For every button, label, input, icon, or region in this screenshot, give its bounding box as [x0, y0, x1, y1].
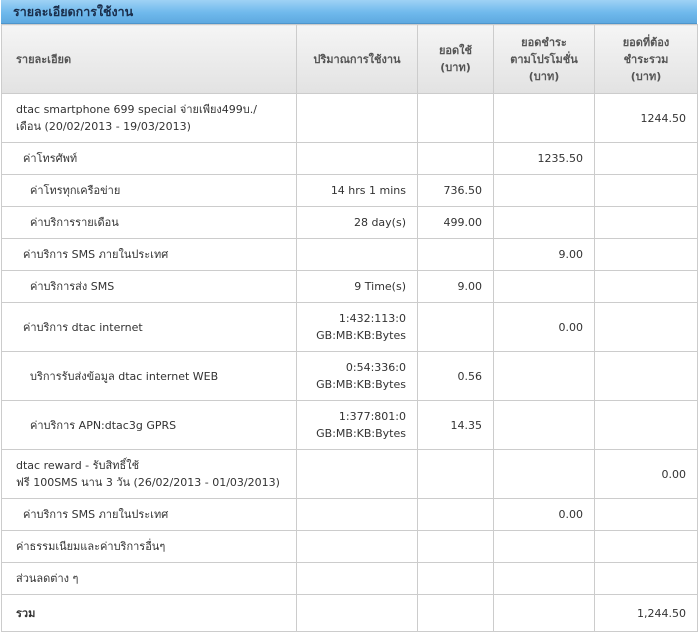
row-total: 1244.50 [594, 93, 698, 143]
row-usage [296, 142, 418, 175]
row-usage: 1:377:801:0 GB:MB:KB:Bytes [296, 400, 418, 450]
row-total [594, 270, 698, 303]
row-usage: 14 hrs 1 mins [296, 174, 418, 207]
row-promo [493, 594, 595, 632]
row-detail: ค่าบริการรายเดือน [1, 206, 297, 239]
row-usage [296, 562, 418, 595]
row-usage [296, 449, 418, 499]
row-detail: ค่าธรรมเนียมและค่าบริการอื่นๆ [1, 530, 297, 563]
row-promo [493, 400, 595, 450]
row-amount [417, 498, 494, 531]
row-usage [296, 93, 418, 143]
row-usage [296, 238, 418, 271]
row-total [594, 498, 698, 531]
table-row: ค่าบริการ SMS ภายในประเทศ 9.00 [1, 238, 698, 271]
row-usage [296, 530, 418, 563]
col-detail-header: รายละเอียด [1, 24, 297, 94]
row-amount: 0.56 [417, 351, 494, 401]
row-promo [493, 270, 595, 303]
row-amount [417, 238, 494, 271]
row-usage [296, 498, 418, 531]
row-total [594, 302, 698, 352]
row-total [594, 351, 698, 401]
row-total: 0.00 [594, 449, 698, 499]
total-row: รวม 1,244.50 [1, 594, 698, 632]
row-detail: ค่าบริการ SMS ภายในประเทศ [1, 498, 297, 531]
row-promo: 9.00 [493, 238, 595, 271]
row-promo [493, 449, 595, 499]
row-promo: 0.00 [493, 302, 595, 352]
row-amount: 499.00 [417, 206, 494, 239]
header-row: รายละเอียด ปริมาณการใช้งาน ยอดใช้ (บาท) ย… [1, 24, 698, 94]
row-usage: 0:54:336:0 GB:MB:KB:Bytes [296, 351, 418, 401]
row-amount [417, 562, 494, 595]
row-promo [493, 530, 595, 563]
row-total [594, 562, 698, 595]
row-usage: 28 day(s) [296, 206, 418, 239]
row-total [594, 174, 698, 207]
col-promo-header: ยอดชำระ ตามโปรโมชั่น (บาท) [493, 24, 595, 94]
row-detail: ค่าโทรศัพท์ [1, 142, 297, 175]
row-detail: ค่าบริการ dtac internet [1, 302, 297, 352]
row-total [594, 400, 698, 450]
grand-total-value: 1,244.50 [594, 594, 698, 632]
row-promo: 0.00 [493, 498, 595, 531]
row-detail: ค่าบริการ SMS ภายในประเทศ [1, 238, 297, 271]
row-promo: 1235.50 [493, 142, 595, 175]
row-total [594, 206, 698, 239]
row-amount [417, 302, 494, 352]
usage-details-panel: รายละเอียดการใช้งาน รายละเอียด ปริมาณการ… [1, 0, 698, 632]
col-total-header: ยอดที่ต้อง ชำระรวม (บาท) [594, 24, 698, 94]
table-row: ค่าธรรมเนียมและค่าบริการอื่นๆ [1, 530, 698, 563]
row-amount [417, 93, 494, 143]
row-detail: ค่าบริการส่ง SMS [1, 270, 297, 303]
row-usage: 1:432:113:0 GB:MB:KB:Bytes [296, 302, 418, 352]
panel-title: รายละเอียดการใช้งาน [1, 0, 697, 24]
table-row: dtac smartphone 699 special จ่ายเพียง499… [1, 93, 698, 143]
table-row: บริการรับส่งข้อมูล dtac internet WEB 0:5… [1, 351, 698, 401]
row-amount [417, 594, 494, 632]
row-usage: 9 Time(s) [296, 270, 418, 303]
row-amount: 14.35 [417, 400, 494, 450]
col-usage-header: ปริมาณการใช้งาน [296, 24, 418, 94]
row-promo [493, 174, 595, 207]
row-detail: ค่าบริการ APN:dtac3g GPRS [1, 400, 297, 450]
table-row: ค่าบริการ SMS ภายในประเทศ 0.00 [1, 498, 698, 531]
row-amount: 736.50 [417, 174, 494, 207]
table-row: ค่าบริการ APN:dtac3g GPRS 1:377:801:0 GB:… [1, 400, 698, 450]
usage-table: รายละเอียด ปริมาณการใช้งาน ยอดใช้ (บาท) ย… [1, 24, 698, 632]
row-total [594, 142, 698, 175]
row-promo [493, 93, 595, 143]
row-amount: 9.00 [417, 270, 494, 303]
row-total [594, 238, 698, 271]
row-promo [493, 351, 595, 401]
row-detail: dtac reward - รับสิทธิ์ใช้ ฟรี 100SMS นาน… [1, 449, 297, 499]
row-usage [296, 594, 418, 632]
table-row: ค่าโทรทุกเครือข่าย 14 hrs 1 mins 736.50 [1, 174, 698, 207]
row-detail: บริการรับส่งข้อมูล dtac internet WEB [1, 351, 297, 401]
table-row: ค่าบริการส่ง SMS 9 Time(s) 9.00 [1, 270, 698, 303]
total-label: รวม [1, 594, 297, 632]
row-detail: dtac smartphone 699 special จ่ายเพียง499… [1, 93, 297, 143]
table-row: ค่าโทรศัพท์ 1235.50 [1, 142, 698, 175]
table-row: ค่าบริการ dtac internet 1:432:113:0 GB:MB… [1, 302, 698, 352]
row-amount [417, 142, 494, 175]
row-amount [417, 449, 494, 499]
table-row: dtac reward - รับสิทธิ์ใช้ ฟรี 100SMS นาน… [1, 449, 698, 499]
row-promo [493, 562, 595, 595]
table-row: ส่วนลดต่าง ๆ [1, 562, 698, 595]
table-row: ค่าบริการรายเดือน 28 day(s) 499.00 [1, 206, 698, 239]
row-total [594, 530, 698, 563]
row-amount [417, 530, 494, 563]
row-detail: ค่าโทรทุกเครือข่าย [1, 174, 297, 207]
row-promo [493, 206, 595, 239]
row-detail: ส่วนลดต่าง ๆ [1, 562, 297, 595]
col-amount-header: ยอดใช้ (บาท) [417, 24, 494, 94]
